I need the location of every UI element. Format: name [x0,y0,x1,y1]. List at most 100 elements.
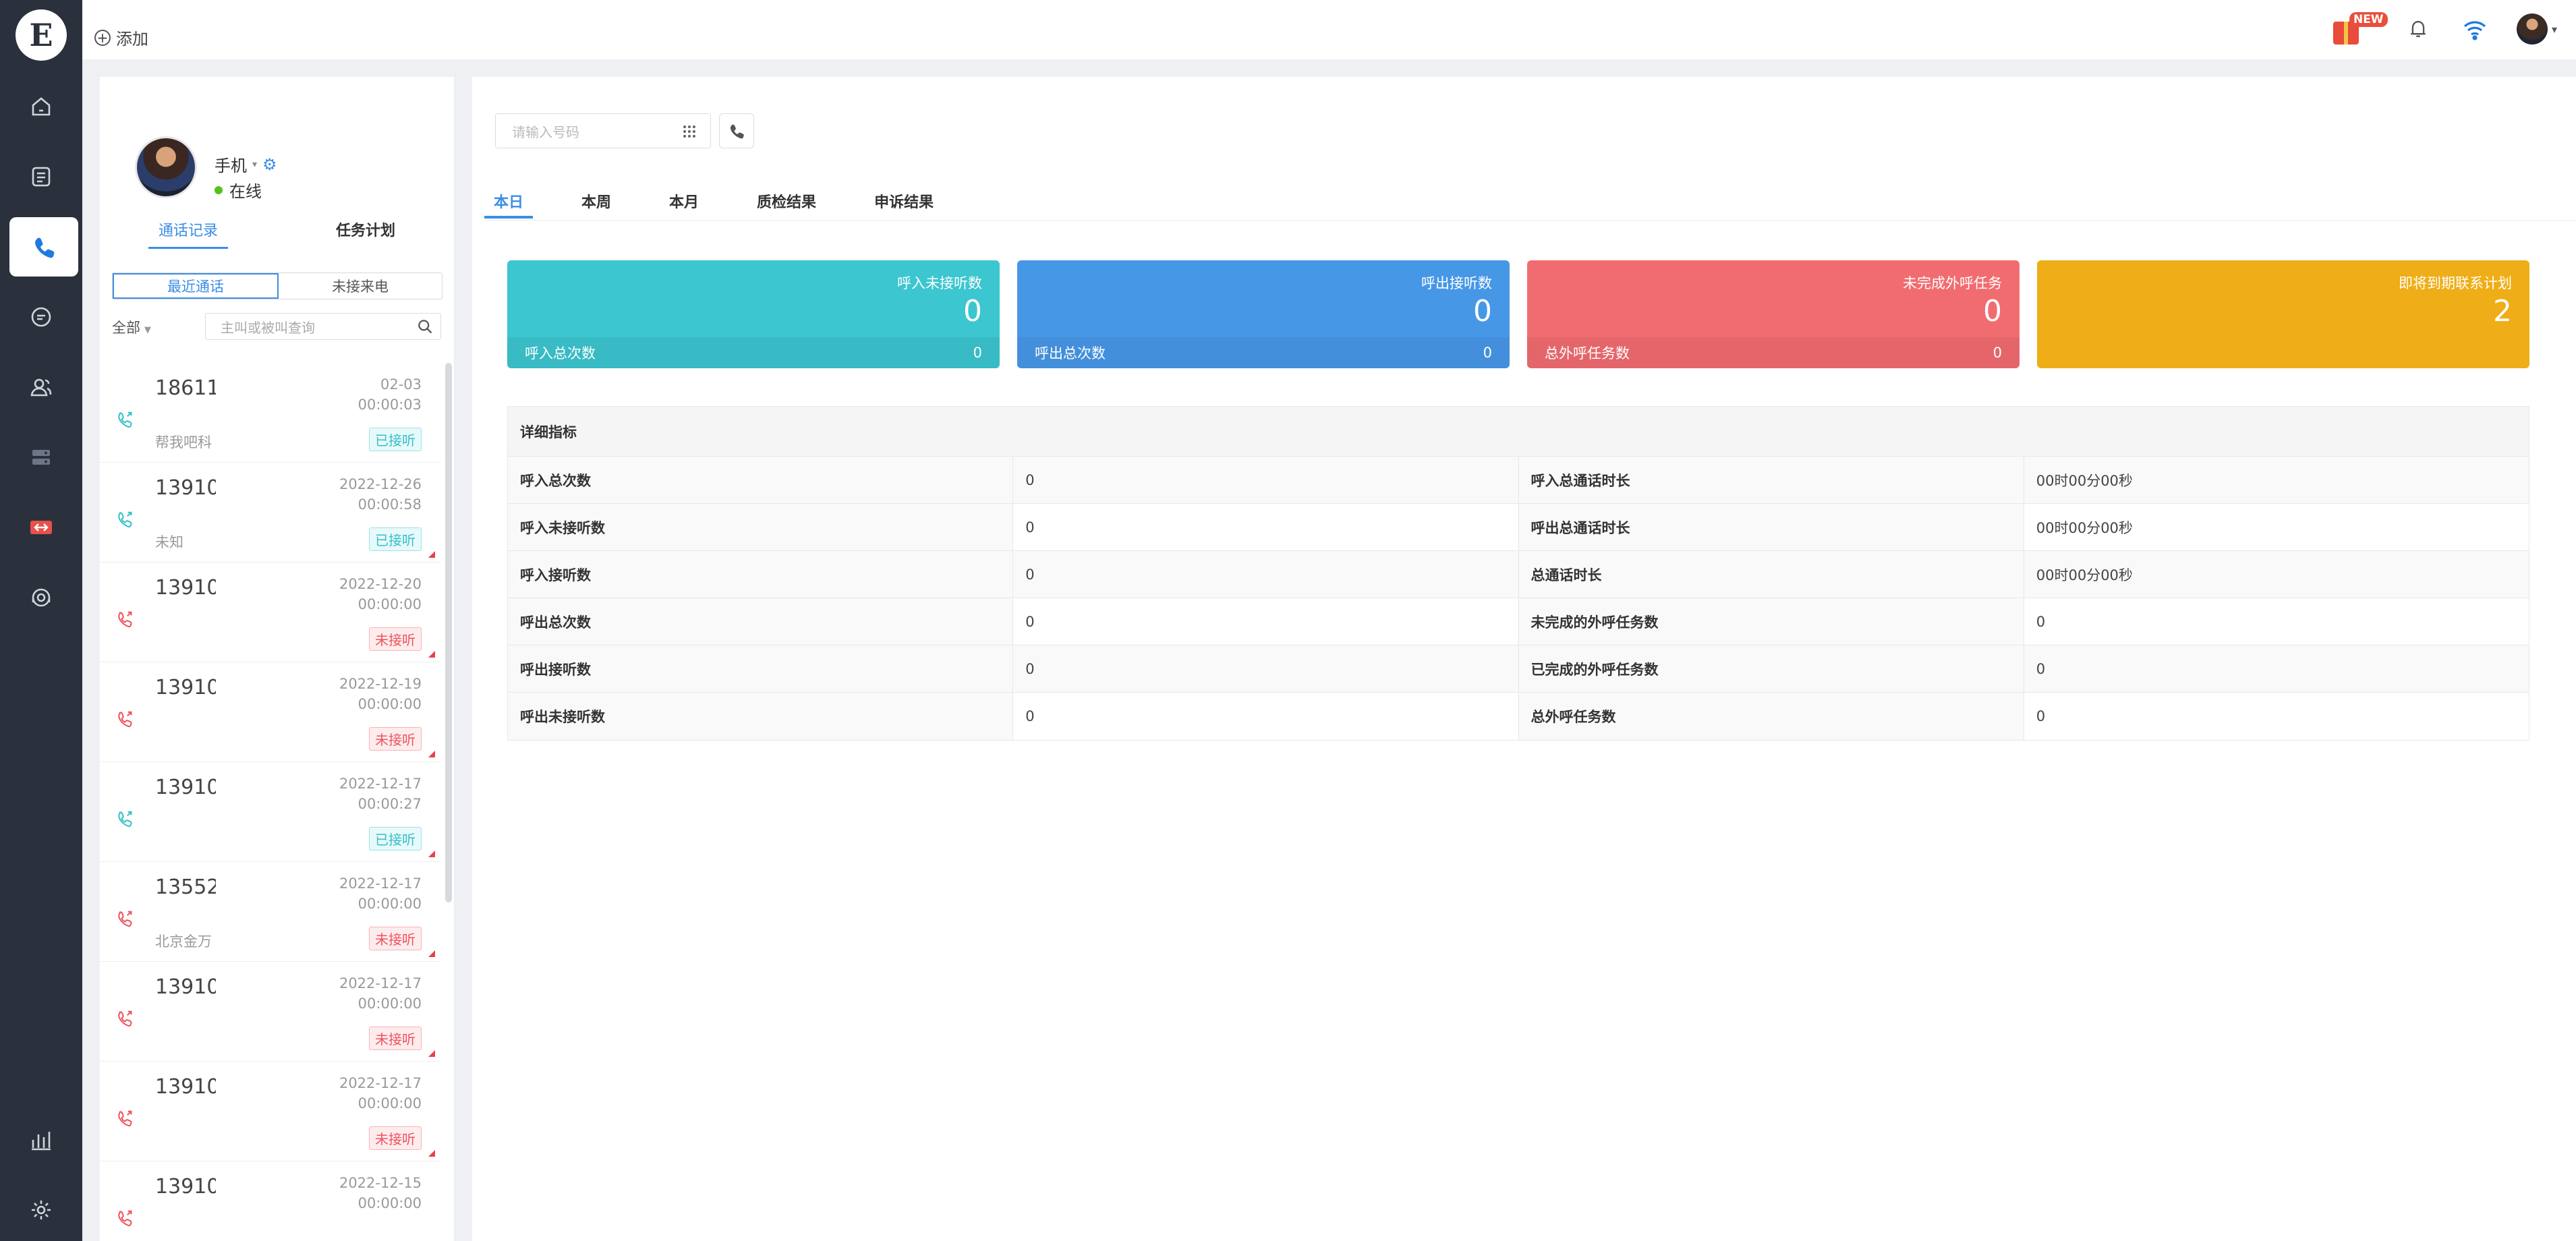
kpi-card-outbound-tasks[interactable]: 未完成外呼任务 0 总外呼任务数 0 [1527,260,2020,368]
dial-input[interactable]: 请输入号码 [495,113,711,148]
list-item[interactable]: 13552(北京金万 2022-12-17 00:00:00 未接听 [100,862,440,962]
metric-label: 呼入未接听数 [508,504,1014,550]
add-label: 添加 [116,30,148,49]
table-row: 呼入接听数 0 总通话时长 00时00分00秒 [508,551,2529,598]
kpi-card-expiring-plans[interactable]: 即将到期联系计划 2 [2037,260,2529,368]
metric-value: 0 [2024,598,2529,645]
call-search-input[interactable]: 主叫或被叫查询 [205,313,441,340]
metric-label: 呼出接听数 [508,645,1014,692]
period-tabs: 本日 本周 本月 质检结果 申诉结果 [484,190,982,219]
status-badge: 未接听 [369,727,422,751]
scrollbar[interactable] [445,363,452,902]
list-item[interactable]: 13910 2022-12-17 00:00:00 未接听 [100,962,440,1062]
kpi-value: 2 [2493,294,2512,328]
tab-divider [484,220,2576,221]
metric-value: 0 [1013,551,1519,598]
chat-icon[interactable] [0,287,82,347]
metric-value: 00时00分00秒 [2024,551,2529,598]
kpi-card-inbound-missed[interactable]: 呼入未接听数 0 呼入总次数 0 [507,260,1000,368]
home-icon[interactable] [0,77,82,136]
support-icon[interactable] [0,568,82,627]
main-nav: E [0,0,82,1241]
segment-recent[interactable]: 最近通话 [113,273,279,299]
call-missed-icon [116,610,135,629]
kpi-card-outbound-answered[interactable]: 呼出接听数 0 呼出总次数 0 [1017,260,1510,368]
bell-icon[interactable] [2403,14,2433,44]
corner-marker [428,1150,435,1157]
document-icon[interactable] [0,147,82,206]
search-icon[interactable] [416,318,434,335]
list-item[interactable]: 13910 2022-12-17 00:00:00 未接听 [100,1062,440,1161]
call-missed-icon [116,909,135,928]
tab-call-log[interactable]: 通话记录 [148,219,228,249]
call-subtitle: 未知 [155,534,183,550]
call-missed-icon [116,1209,135,1228]
list-item[interactable]: 13910 2022-12-17 00:00:27 已接听 [100,762,440,862]
call-date: 2022-12-19 [339,676,422,692]
metric-value: 00时00分00秒 [2024,457,2529,503]
tab-task-plan[interactable]: 任务计划 [336,219,395,247]
call-filter-segment: 最近通话 未接来电 [112,272,442,299]
tab-appeal-results[interactable]: 申诉结果 [865,190,943,219]
gear-icon[interactable]: ⚙ [262,155,277,174]
metric-value: 0 [1013,504,1519,550]
metric-label: 呼出未接听数 [508,693,1014,740]
list-item[interactable]: 13910 2022-12-20 00:00:00 未接听 [100,562,440,662]
app-logo[interactable]: E [16,9,67,61]
tab-today[interactable]: 本日 [484,190,534,219]
wifi-icon[interactable] [2460,14,2490,44]
list-item[interactable]: 13910 2022-12-15 00:00:00 [100,1161,440,1241]
kpi-foot-label: 呼入总次数 [525,345,596,362]
chevron-down-icon[interactable]: ▾ [2552,23,2557,36]
list-item[interactable]: 13910 未知 2022-12-26 00:00:58 已接听 [100,463,440,562]
call-number: 13552( [155,875,216,899]
corner-marker [428,751,435,757]
device-selector[interactable]: 手机 ▾ ⚙ [214,152,277,176]
corner-marker [428,1050,435,1057]
call-list: 18611(帮我吧科 02-03 00:00:03 已接听 13910 未知 2022-12… [100,363,440,1241]
call-duration: 00:00:00 [357,596,422,612]
filter-dropdown[interactable]: 全部 ▼ [112,317,151,337]
agent-status[interactable]: 在线 [214,178,262,202]
chart-icon[interactable] [0,1110,82,1170]
metric-label: 呼入总通话时长 [1518,457,2024,503]
gift-icon[interactable]: NEW [2330,12,2388,46]
call-duration: 00:00:00 [357,1095,422,1112]
corner-marker [428,850,435,857]
call-subtitle: 帮我吧科 [155,434,212,451]
dashboard-panel: 请输入号码 本日 本周 本月 质检结果 申诉结果 呼入未接听数 0 呼入总次数 0… [472,77,2576,1241]
phone-icon[interactable] [9,217,78,277]
dialpad-icon[interactable] [681,123,698,140]
contacts-icon[interactable] [0,357,82,417]
corner-marker [428,551,435,558]
segment-missed[interactable]: 未接来电 [279,273,442,299]
kpi-foot-label: 总外呼任务数 [1545,345,1630,362]
metric-value: 0 [1013,645,1519,692]
call-button[interactable] [719,113,754,148]
detail-metrics-table: 详细指标 呼入总次数 0 呼入总通话时长 00时00分00秒 呼入未接听数 0 呼出总通话时… [507,406,2529,741]
settings-icon[interactable] [0,1180,82,1240]
tab-this-month[interactable]: 本月 [660,190,708,219]
tab-this-week[interactable]: 本周 [572,190,621,219]
kpi-foot-value: 0 [1993,345,2002,361]
link-icon[interactable] [0,498,82,557]
metric-value: 0 [2024,645,2529,692]
list-item[interactable]: 18611(帮我吧科 02-03 00:00:03 已接听 [100,363,440,463]
call-date: 2022-12-17 [339,776,422,792]
add-button[interactable]: + 添加 [94,26,148,49]
new-badge: NEW [2349,12,2388,27]
agent-avatar [135,136,197,198]
call-date: 2022-12-17 [339,875,422,892]
user-avatar[interactable] [2516,13,2548,45]
kpi-label: 未完成外呼任务 [1903,275,2002,291]
server-icon[interactable] [0,428,82,487]
status-badge: 未接听 [369,1126,422,1150]
kpi-foot-value: 0 [973,345,982,361]
search-placeholder: 主叫或被叫查询 [221,319,315,336]
status-badge: 未接听 [369,927,422,950]
status-badge: 未接听 [369,1027,422,1050]
call-duration: 00:00:00 [357,896,422,912]
list-item[interactable]: 13910 2022-12-19 00:00:00 未接听 [100,662,440,762]
metric-value: 00时00分00秒 [2024,504,2529,550]
tab-qc-results[interactable]: 质检结果 [747,190,826,219]
